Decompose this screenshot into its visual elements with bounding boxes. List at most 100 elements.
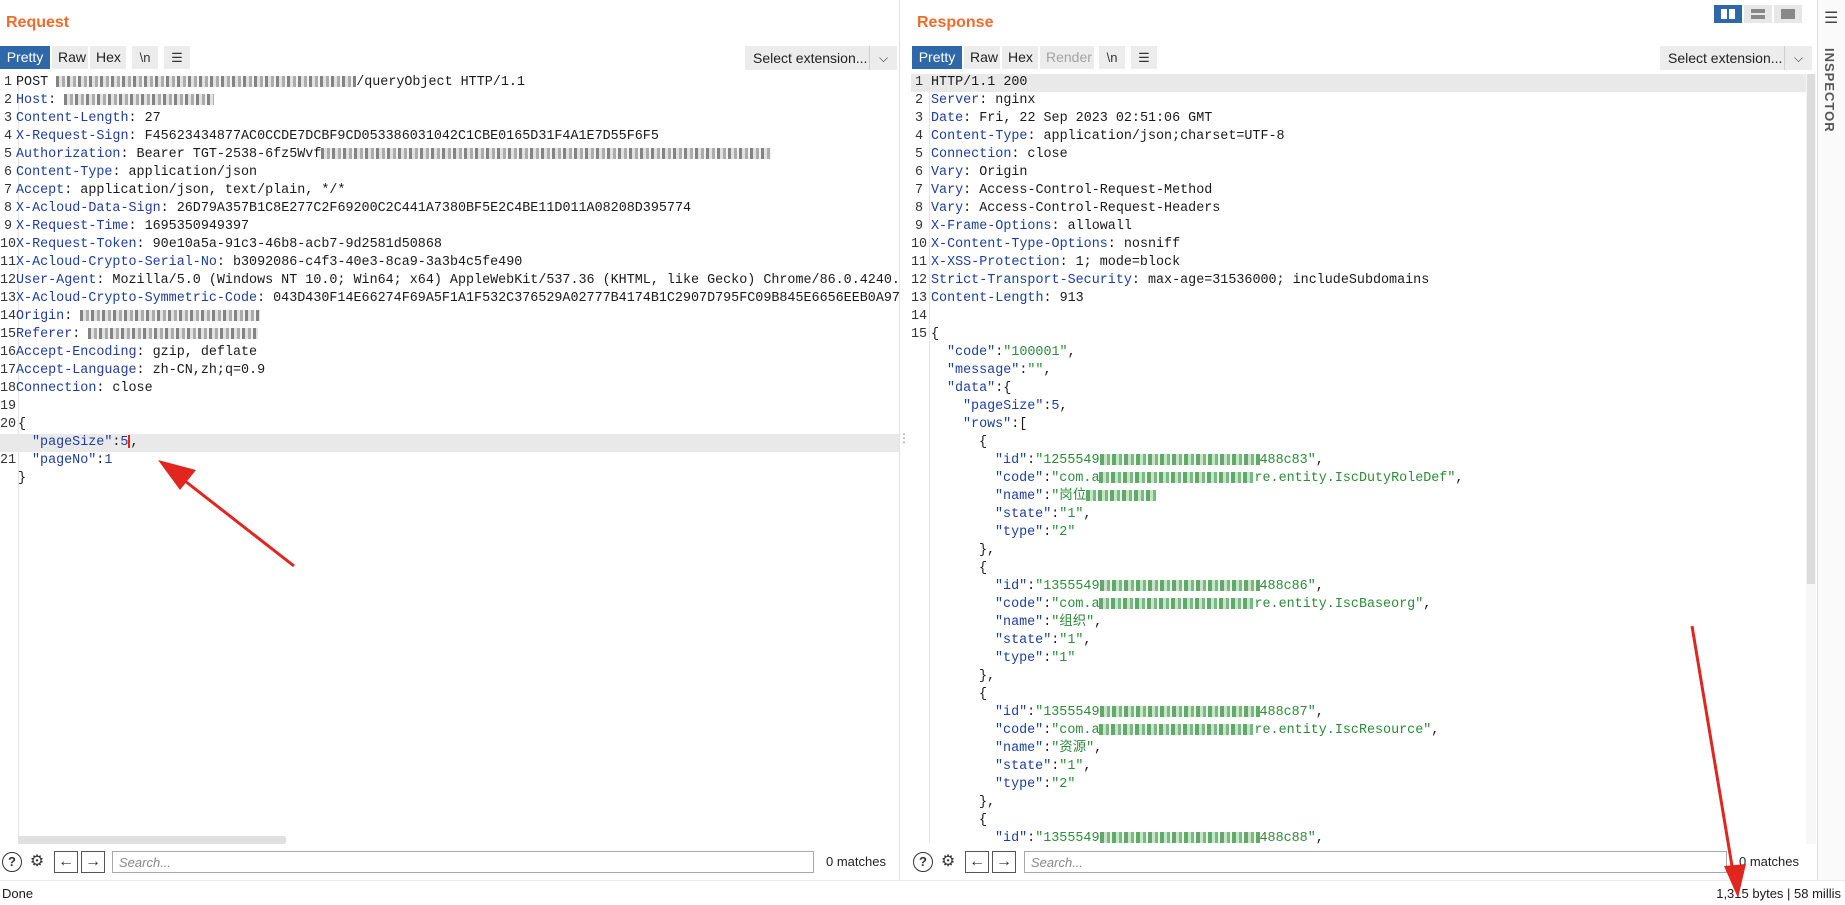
json-key: "message" bbox=[947, 363, 1020, 378]
request-search-input[interactable] bbox=[112, 851, 814, 873]
header-value: : 043D430F14E66274F69A5F1A1F532C376529A0… bbox=[257, 291, 899, 306]
header-name: Content-Length bbox=[16, 111, 129, 126]
request-newline-toggle[interactable]: \n bbox=[132, 46, 158, 69]
json-brace: { bbox=[931, 327, 940, 342]
request-search-next-button[interactable]: → bbox=[81, 851, 105, 873]
response-body-line: { bbox=[911, 560, 1816, 578]
json-string: "1" bbox=[1059, 759, 1084, 774]
line-number: 10 bbox=[0, 237, 17, 252]
response-scroll-thumb[interactable] bbox=[1807, 74, 1815, 584]
header-value: : 90e10a5a-91c3-46b8-acb7-9d2581d50868 bbox=[136, 237, 442, 252]
request-line: 5 Authorization: Bearer TGT-2538-6fz5Wvf bbox=[0, 146, 899, 164]
response-toolbar: Pretty Raw Hex Render \n ☰ Select extens… bbox=[911, 46, 1816, 70]
response-title: Response bbox=[917, 14, 994, 31]
request-settings-button[interactable]: ⚙ bbox=[25, 850, 49, 874]
request-line-content: Referer: bbox=[16, 326, 259, 344]
line-number: 16 bbox=[0, 345, 17, 360]
request-body-content: { bbox=[16, 416, 26, 434]
chevron-down-icon: ⌵ bbox=[1784, 46, 1812, 70]
response-body-content: "message":"", bbox=[927, 362, 1052, 380]
request-line-content: X-Acloud-Crypto-Symmetric-Code: 043D430F… bbox=[16, 290, 899, 308]
redacted-text bbox=[1086, 489, 1157, 501]
response-body-line: { bbox=[911, 812, 1816, 830]
request-more-icon[interactable]: ⋮ bbox=[898, 431, 910, 445]
response-line-content: Content-Length: 913 bbox=[927, 290, 1084, 308]
inspector-label[interactable]: INSPECTOR bbox=[1822, 48, 1837, 133]
line-number: 4 bbox=[3, 129, 12, 144]
header-value: : Mozilla/5.0 (Windows NT 10.0; Win64; x… bbox=[96, 273, 899, 288]
request-body-content: "pageNo":1 bbox=[16, 452, 112, 470]
response-body-line: "code":"100001", bbox=[911, 344, 1816, 362]
response-body-content: "name":"组织", bbox=[927, 614, 1102, 632]
response-line: 1 HTTP/1.1 200 bbox=[911, 74, 1816, 92]
status-text: Done bbox=[2, 886, 34, 901]
json-key: "type" bbox=[995, 525, 1044, 540]
line-number: 12 bbox=[0, 273, 17, 288]
header-name: Content-Length bbox=[931, 291, 1044, 306]
line-number: 19 bbox=[0, 399, 17, 414]
header-value: : nosniff bbox=[1107, 237, 1181, 252]
json-punct: , bbox=[1083, 507, 1092, 522]
response-newline-toggle[interactable]: \n bbox=[1099, 46, 1125, 69]
response-line: 14 bbox=[911, 308, 1816, 326]
header-name: User-Agent bbox=[16, 273, 97, 288]
request-tab-raw[interactable]: Raw bbox=[52, 46, 88, 69]
json-string: "com.a bbox=[1051, 723, 1100, 738]
response-search-input[interactable] bbox=[1024, 851, 1727, 873]
request-horizontal-scrollbar[interactable] bbox=[18, 836, 286, 844]
request-editor[interactable]: 1 POST /queryObject HTTP/1.1 2 Host: 3 Conte… bbox=[0, 74, 899, 844]
response-tab-raw[interactable]: Raw bbox=[964, 46, 1000, 69]
request-extension-select[interactable]: Select extension... ⌵ bbox=[745, 46, 897, 70]
header-name: Content-Type bbox=[931, 129, 1028, 144]
json-brace: { bbox=[979, 813, 988, 828]
response-body-line: "pageSize":5, bbox=[911, 398, 1816, 416]
json-key: "type" bbox=[995, 777, 1044, 792]
response-tab-pretty[interactable]: Pretty bbox=[912, 46, 962, 69]
response-search-bar: ? ⚙ ← → 0 matches bbox=[911, 848, 1816, 876]
request-line-content: Connection: close bbox=[16, 380, 153, 398]
json-punct: , bbox=[1043, 363, 1052, 378]
response-body-content: { bbox=[927, 326, 939, 344]
redacted-text bbox=[80, 309, 261, 321]
header-value: : 1695350949397 bbox=[128, 219, 250, 234]
response-tab-hex[interactable]: Hex bbox=[1002, 46, 1038, 69]
request-menu-button[interactable]: ☰ bbox=[164, 46, 190, 69]
response-body-content: "code":"com.a re.entity.IscDutyRoleDef", bbox=[927, 470, 1463, 488]
line-number: 18 bbox=[0, 381, 17, 396]
request-tab-hex[interactable]: Hex bbox=[90, 46, 126, 69]
line-number: 5 bbox=[3, 147, 12, 162]
response-body-line: }, bbox=[911, 794, 1816, 812]
response-extension-select[interactable]: Select extension... ⌵ bbox=[1660, 46, 1812, 70]
response-menu-button[interactable]: ☰ bbox=[1131, 46, 1157, 69]
response-search-next-button[interactable]: → bbox=[992, 851, 1016, 873]
request-search-prev-button[interactable]: ← bbox=[54, 851, 78, 873]
inspector-menu-icon[interactable]: ☰ bbox=[1824, 8, 1838, 28]
request-body-content: } bbox=[16, 470, 26, 488]
header-value: : F45623434877AC0CCDE7DCBF9CD05338603104… bbox=[128, 129, 659, 144]
json-key: "code" bbox=[995, 723, 1044, 738]
response-vertical-scrollbar[interactable] bbox=[1806, 74, 1816, 844]
response-settings-button[interactable]: ⚙ bbox=[936, 850, 960, 874]
header-name: Vary bbox=[931, 201, 964, 216]
header-name: X-Request-Token bbox=[16, 237, 137, 252]
json-colon: : bbox=[1027, 831, 1036, 844]
header-name: X-Acloud-Crypto-Symmetric-Code bbox=[16, 291, 258, 306]
response-tab-render[interactable]: Render bbox=[1040, 46, 1094, 69]
request-tab-pretty[interactable]: Pretty bbox=[0, 46, 50, 69]
request-line: 14Origin: bbox=[0, 308, 899, 326]
request-line: 6 Content-Type: application/json bbox=[0, 164, 899, 182]
header-name: Accept bbox=[16, 183, 65, 198]
request-line: 9 X-Request-Time: 1695350949397 bbox=[0, 218, 899, 236]
request-help-button[interactable]: ? bbox=[0, 850, 24, 874]
header-value: : nginx bbox=[979, 93, 1036, 108]
response-body-content: { bbox=[927, 812, 987, 830]
line-number: 10 bbox=[911, 237, 928, 252]
json-colon: : bbox=[1027, 453, 1036, 468]
response-search-prev-button[interactable]: ← bbox=[965, 851, 989, 873]
response-editor[interactable]: 1 HTTP/1.1 200 2 Server: nginx 3 Date: Fri, 2… bbox=[911, 74, 1816, 844]
inspector-sidebar[interactable]: ☰ INSPECTOR bbox=[1817, 0, 1845, 880]
response-help-button[interactable]: ? bbox=[911, 850, 935, 874]
redacted-text bbox=[1099, 597, 1255, 609]
response-line: 4 Content-Type: application/json;charset=… bbox=[911, 128, 1816, 146]
header-value: : max-age=31536000; includeSubdomains bbox=[1131, 273, 1430, 288]
